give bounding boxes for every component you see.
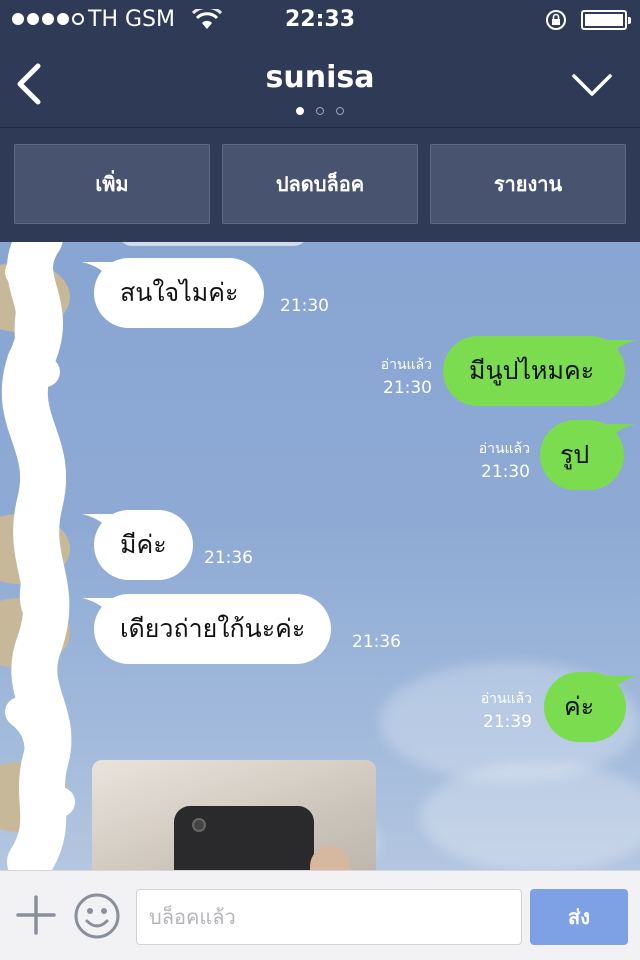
message-time: 21:39	[483, 712, 532, 732]
emoji-icon[interactable]	[72, 891, 122, 941]
page-dot	[316, 107, 324, 115]
send-button[interactable]: ส่ง	[530, 889, 628, 945]
message-text: ค่ะ	[564, 692, 595, 721]
message-bubble-outgoing[interactable]: ค่ะ	[544, 672, 638, 742]
chevron-down-icon[interactable]	[570, 70, 614, 100]
message-text: เดียวถ่ายใก้นะค่ะ	[120, 614, 306, 643]
read-receipt: อ่านแล้ว 21:30	[458, 438, 530, 482]
photo-content	[174, 806, 314, 870]
page-indicator	[0, 107, 640, 115]
message-bubble-outgoing[interactable]: มีนูปไหมคะ	[443, 336, 637, 406]
message-text: มีค่ะ	[120, 530, 167, 559]
chat-header: sunisa	[0, 40, 640, 128]
read-receipt: อ่านแล้ว 21:39	[460, 688, 532, 732]
read-label: อ่านแล้ว	[480, 691, 532, 707]
read-label: อ่านแล้ว	[478, 441, 530, 457]
message-bubble-outgoing[interactable]: รูป	[540, 420, 636, 490]
message-text: สนใจไมค่ะ	[120, 278, 239, 307]
battery-icon	[581, 10, 631, 30]
message-input-bar: ส่ง	[0, 870, 640, 960]
status-bar: TH GSM 22:33	[0, 0, 640, 40]
message-time: 21:30	[383, 378, 432, 398]
message-time: 21:36	[352, 632, 401, 652]
add-friend-button[interactable]: เพิ่ม	[14, 144, 210, 224]
chat-title: sunisa	[265, 60, 375, 95]
message-text: มีนูปไหมคะ	[469, 356, 595, 385]
message-time: 21:36	[204, 548, 253, 568]
message-time: 21:30	[481, 462, 530, 482]
read-receipt: อ่านแล้ว 21:30	[360, 354, 432, 398]
photo-message[interactable]	[92, 760, 376, 870]
unblock-button[interactable]: ปลดบล็อค	[222, 144, 418, 224]
plus-icon[interactable]	[14, 893, 58, 937]
message-bubble-incoming[interactable]: เดียวถ่ายใก้นะค่ะ	[82, 594, 332, 664]
message-input[interactable]	[136, 889, 522, 945]
report-button[interactable]: รายงาน	[430, 144, 626, 224]
message-text: รูป	[560, 440, 590, 469]
page-dot	[336, 107, 344, 115]
page-dot-active	[296, 107, 304, 115]
action-bar: เพิ่ม ปลดบล็อค รายงาน	[0, 128, 640, 242]
read-label: อ่านแล้ว	[380, 357, 432, 373]
message-time: 21:30	[280, 296, 329, 316]
chat-messages[interactable]: สนใจไมค่ะ 21:30 อ่านแล้ว 21:30 มีนูปไหมค…	[0, 242, 640, 870]
rotation-lock-icon	[546, 10, 566, 30]
redaction-scribble	[1, 242, 75, 870]
